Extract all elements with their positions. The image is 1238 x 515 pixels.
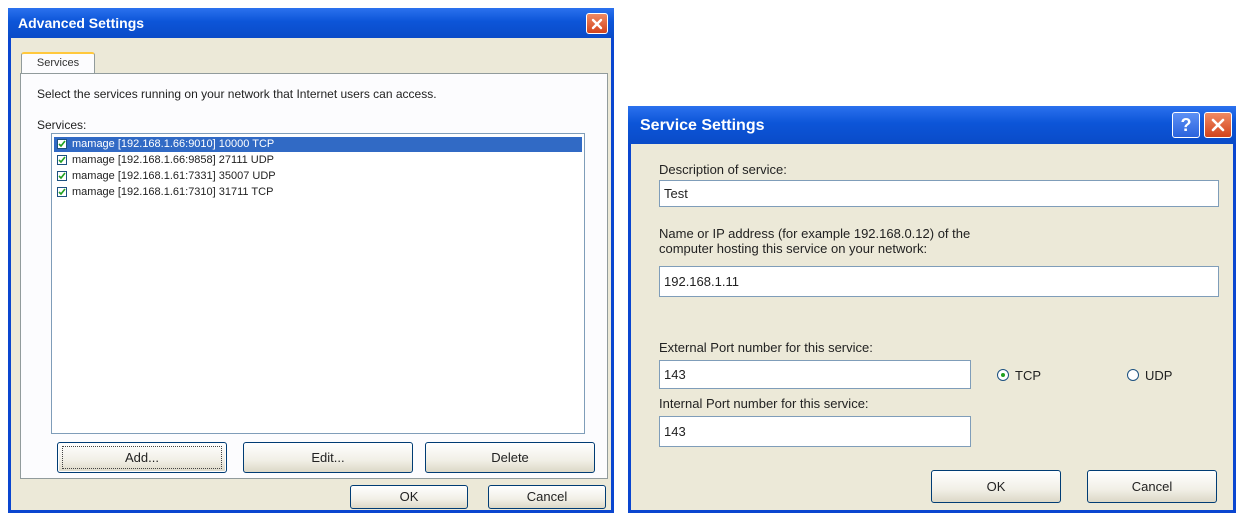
tab-services[interactable]: Services xyxy=(21,52,95,74)
tcp-label[interactable]: TCP xyxy=(1015,368,1041,383)
udp-label[interactable]: UDP xyxy=(1145,368,1172,383)
service-text: mamage [192.168.1.66:9010] 10000 TCP xyxy=(72,138,275,150)
ok-button[interactable]: OK xyxy=(931,470,1061,503)
service-text: mamage [192.168.1.61:7310] 31711 TCP xyxy=(72,186,274,198)
edit-button-label: Edit... xyxy=(311,450,345,465)
host-label-line2: computer hosting this service on your ne… xyxy=(659,241,928,256)
delete-button[interactable]: Delete xyxy=(425,442,595,473)
internal-port-label: Internal Port number for this service: xyxy=(659,396,869,411)
close-icon xyxy=(591,18,603,30)
services-list-label: Services: xyxy=(37,118,87,132)
service-checkbox[interactable] xyxy=(57,155,67,165)
udp-radio[interactable] xyxy=(1127,369,1139,381)
tab-services-label: Services xyxy=(36,57,80,69)
advanced-settings-titlebar[interactable]: Advanced Settings xyxy=(8,8,614,38)
delete-button-label: Delete xyxy=(491,450,529,465)
check-icon xyxy=(58,140,66,148)
service-checkbox[interactable] xyxy=(57,187,67,197)
cancel-button-label: Cancel xyxy=(526,489,568,504)
check-icon xyxy=(58,188,66,196)
advanced-settings-title: Advanced Settings xyxy=(18,15,145,31)
services-instruction: Select the services running on your netw… xyxy=(37,87,437,101)
cancel-button-label: Cancel xyxy=(1131,479,1173,494)
advanced-settings-window: Advanced Settings Services Select the se… xyxy=(8,8,614,513)
list-item[interactable]: mamage [192.168.1.61:7331] 35007 UDP xyxy=(54,169,582,184)
description-field[interactable]: Test xyxy=(659,180,1219,207)
internal-port-field[interactable]: 143 xyxy=(659,416,971,447)
external-port-label: External Port number for this service: xyxy=(659,340,873,355)
ok-button[interactable]: OK xyxy=(350,485,468,509)
host-label-line1: Name or IP address (for example 192.168.… xyxy=(659,226,971,241)
service-text: mamage [192.168.1.61:7331] 35007 UDP xyxy=(72,170,276,182)
service-settings-window: Service Settings ? Description of servic… xyxy=(628,106,1236,513)
service-checkbox[interactable] xyxy=(57,171,67,181)
service-text: mamage [192.168.1.66:9858] 27111 UDP xyxy=(72,154,275,166)
cancel-button[interactable]: Cancel xyxy=(1087,470,1217,503)
list-item[interactable]: mamage [192.168.1.66:9858] 27111 UDP xyxy=(54,153,582,168)
focus-rect xyxy=(62,446,222,469)
check-icon xyxy=(58,172,66,180)
service-settings-title: Service Settings xyxy=(640,117,765,134)
list-item[interactable]: mamage [192.168.1.61:7310] 31711 TCP xyxy=(54,185,582,200)
close-icon xyxy=(1211,118,1225,132)
add-button[interactable]: Add... xyxy=(57,442,227,473)
ok-button-label: OK xyxy=(986,479,1006,494)
service-checkbox[interactable] xyxy=(57,139,67,149)
radio-selected-dot xyxy=(1001,373,1005,377)
service-settings-titlebar[interactable]: Service Settings ? xyxy=(628,106,1236,144)
close-button[interactable] xyxy=(586,13,608,34)
services-panel: Select the services running on your netw… xyxy=(20,73,608,479)
description-label: Description of service: xyxy=(659,162,787,177)
services-listbox[interactable]: mamage [192.168.1.66:9010] 10000 TCP mam… xyxy=(51,133,585,434)
external-port-field[interactable]: 143 xyxy=(659,360,971,389)
help-icon: ? xyxy=(1180,115,1192,135)
tcp-radio[interactable] xyxy=(997,369,1009,381)
ok-button-label: OK xyxy=(399,489,419,504)
list-item[interactable]: mamage [192.168.1.66:9010] 10000 TCP xyxy=(54,137,582,152)
close-button[interactable] xyxy=(1204,112,1232,138)
cancel-button[interactable]: Cancel xyxy=(488,485,606,509)
edit-button[interactable]: Edit... xyxy=(243,442,413,473)
help-button[interactable]: ? xyxy=(1172,112,1200,138)
host-address-field[interactable]: 192.168.1.11 xyxy=(659,266,1219,297)
check-icon xyxy=(58,156,66,164)
